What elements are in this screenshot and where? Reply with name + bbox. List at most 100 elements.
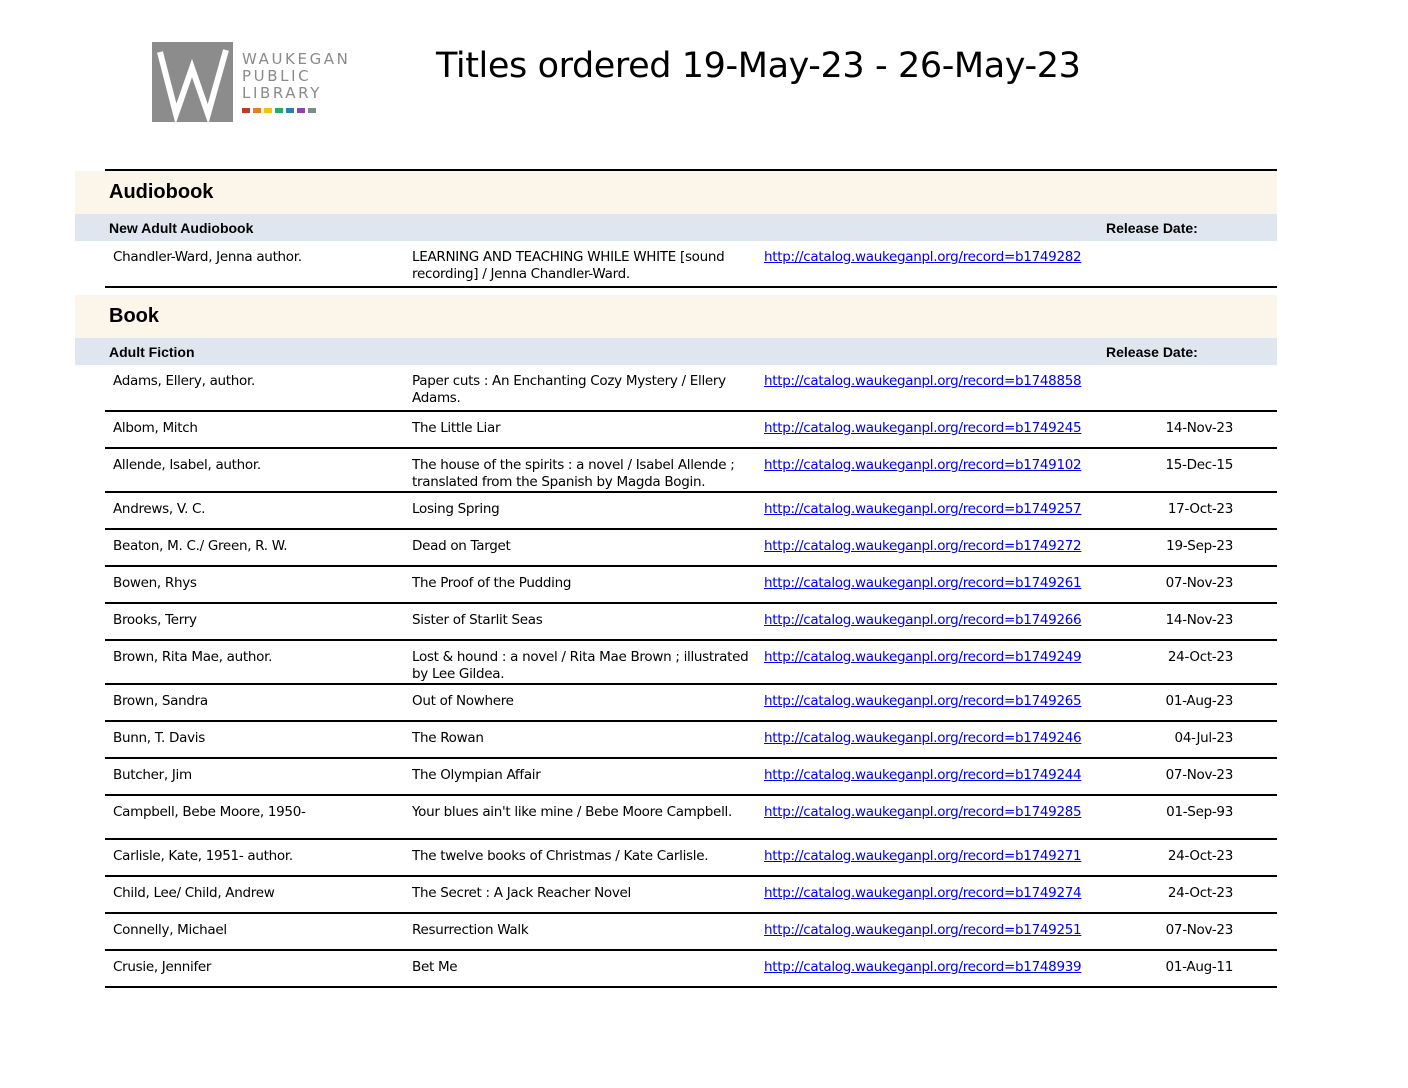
catalog-record-link[interactable]: http://catalog.waukeganpl.org/record=b17…	[764, 649, 1082, 666]
library-w-logo-icon	[152, 42, 233, 122]
catalog-record-link[interactable]: http://catalog.waukeganpl.org/record=b17…	[764, 922, 1082, 939]
table-row: Carlisle, Kate, 1951- author. The twelve …	[105, 840, 1277, 877]
title-cell: LEARNING AND TEACHING WHILE WHITE [sound…	[412, 249, 725, 282]
release-date-header: Release Date:	[1106, 343, 1198, 360]
table-row: Child, Lee/ Child, Andrew The Secret : A …	[105, 877, 1277, 914]
author-cell: Bowen, Rhys	[113, 575, 197, 591]
author-cell: Brown, Sandra	[113, 693, 208, 709]
title-cell: Out of Nowhere	[412, 693, 514, 709]
catalog-record-link[interactable]: http://catalog.waukeganpl.org/record=b17…	[764, 538, 1082, 555]
logo-wordmark: WAUKEGAN PUBLIC LIBRARY	[242, 51, 350, 113]
release-date-header: Release Date:	[1106, 219, 1198, 236]
catalog-record-link[interactable]: http://catalog.waukeganpl.org/record=b17…	[764, 804, 1082, 821]
catalog-record-link[interactable]: http://catalog.waukeganpl.org/record=b17…	[764, 249, 1082, 266]
logo-color-dots	[242, 108, 350, 113]
release-date-cell: 14-Nov-23	[1165, 612, 1234, 628]
logo-color-dot	[242, 108, 250, 113]
category-name: Adult Fiction	[109, 343, 195, 360]
table-row: Brown, Rita Mae, author. Lost & hound : a…	[105, 641, 1277, 685]
author-cell: Albom, Mitch	[113, 420, 198, 436]
author-cell: Campbell, Bebe Moore, 1950-	[113, 804, 306, 820]
release-date-cell: 01-Aug-23	[1165, 693, 1234, 709]
title-cell: Sister of Starlit Seas	[412, 612, 543, 628]
release-date-cell: 19-Sep-23	[1166, 538, 1233, 554]
title-cell: Losing Spring	[412, 501, 500, 517]
page-title: Titles ordered 19-May-23 - 26-May-23	[436, 46, 1081, 86]
catalog-record-link[interactable]: http://catalog.waukeganpl.org/record=b17…	[764, 575, 1082, 592]
author-cell: Allende, Isabel, author.	[113, 457, 261, 473]
table-row: Adams, Ellery, author. Paper cuts : An En…	[105, 365, 1277, 412]
release-date-cell: 14-Nov-23	[1165, 420, 1234, 436]
release-date-cell: 07-Nov-23	[1165, 575, 1234, 591]
table-row: Chandler-Ward, Jenna author. LEARNING AND…	[105, 241, 1277, 288]
title-cell: The Proof of the Pudding	[412, 575, 572, 591]
catalog-record-link[interactable]: http://catalog.waukeganpl.org/record=b17…	[764, 612, 1082, 629]
logo-color-dot	[253, 108, 261, 113]
title-cell: Dead on Target	[412, 538, 511, 554]
author-cell: Beaton, M. C./ Green, R. W.	[113, 538, 288, 554]
section-heading: Book	[75, 295, 1277, 338]
title-cell: Bet Me	[412, 959, 458, 975]
catalog-record-link[interactable]: http://catalog.waukeganpl.org/record=b17…	[764, 885, 1082, 902]
logo-line-2: PUBLIC	[242, 67, 312, 85]
title-cell: The Little Liar	[412, 420, 501, 436]
logo-line-3: LIBRARY	[242, 84, 322, 102]
title-cell: Your blues ain't like mine / Bebe Moore …	[412, 804, 732, 820]
author-cell: Bunn, T. Davis	[113, 730, 205, 746]
table-row: Campbell, Bebe Moore, 1950- Your blues ai…	[105, 796, 1277, 840]
catalog-record-link[interactable]: http://catalog.waukeganpl.org/record=b17…	[764, 457, 1082, 474]
author-cell: Child, Lee/ Child, Andrew	[113, 885, 275, 901]
logo-color-dot	[264, 108, 272, 113]
table-row: Crusie, Jennifer Bet Me http://catalog.wau…	[105, 951, 1277, 988]
catalog-record-link[interactable]: http://catalog.waukeganpl.org/record=b17…	[764, 767, 1082, 784]
category-heading: New Adult Audiobook Release Date:	[75, 214, 1277, 241]
section-heading: Audiobook	[75, 171, 1277, 214]
library-logo: WAUKEGAN PUBLIC LIBRARY	[152, 42, 350, 122]
table-row: Connelly, Michael Resurrection Walk http:/…	[105, 914, 1277, 951]
title-cell: The Olympian Affair	[412, 767, 541, 783]
catalog-record-link[interactable]: http://catalog.waukeganpl.org/record=b17…	[764, 501, 1082, 518]
catalog-record-link[interactable]: http://catalog.waukeganpl.org/record=b17…	[764, 959, 1082, 976]
table-row: Brooks, Terry Sister of Starlit Seas http:…	[105, 604, 1277, 641]
title-cell: Lost & hound : a novel / Rita Mae Brown …	[412, 649, 749, 682]
release-date-cell: 15-Dec-15	[1165, 457, 1233, 473]
release-date-cell: 04-Jul-23	[1174, 730, 1234, 746]
title-cell: Resurrection Walk	[412, 922, 529, 938]
release-date-cell: 01-Aug-11	[1165, 959, 1234, 975]
catalog-record-link[interactable]: http://catalog.waukeganpl.org/record=b17…	[764, 730, 1082, 747]
author-cell: Brooks, Terry	[113, 612, 197, 628]
author-cell: Connelly, Michael	[113, 922, 227, 938]
author-cell: Adams, Ellery, author.	[113, 373, 256, 389]
release-date-cell: 24-Oct-23	[1167, 885, 1233, 901]
logo-line-1: WAUKEGAN	[242, 50, 351, 68]
title-cell: The twelve books of Christmas / Kate Car…	[412, 848, 709, 864]
table-row: Allende, Isabel, author. The house of the…	[105, 449, 1277, 493]
table-row: Bowen, Rhys The Proof of the Pudding http:…	[105, 567, 1277, 604]
title-cell: Paper cuts : An Enchanting Cozy Mystery …	[412, 373, 726, 406]
author-cell: Crusie, Jennifer	[113, 959, 212, 975]
logo-color-dot	[275, 108, 283, 113]
table-row: Bunn, T. Davis The Rowan http://catalog.wa…	[105, 722, 1277, 759]
title-cell: The Rowan	[412, 730, 484, 746]
title-cell: The Secret : A Jack Reacher Novel	[412, 885, 631, 901]
author-cell: Carlisle, Kate, 1951- author.	[113, 848, 293, 864]
author-cell: Andrews, V. C.	[113, 501, 206, 517]
table-row: Albom, Mitch The Little Liar http://catalo…	[105, 412, 1277, 449]
catalog-record-link[interactable]: http://catalog.waukeganpl.org/record=b17…	[764, 693, 1082, 710]
category-name: New Adult Audiobook	[109, 219, 254, 236]
release-date-cell: 07-Nov-23	[1165, 922, 1234, 938]
logo-color-dot	[297, 108, 305, 113]
author-cell: Butcher, Jim	[113, 767, 192, 783]
catalog-record-link[interactable]: http://catalog.waukeganpl.org/record=b17…	[764, 848, 1082, 865]
table-row: Brown, Sandra Out of Nowhere http://catalo…	[105, 685, 1277, 722]
title-cell: The house of the spirits : a novel / Isa…	[412, 457, 735, 490]
logo-color-dot	[308, 108, 316, 113]
catalog-record-link[interactable]: http://catalog.waukeganpl.org/record=b17…	[764, 373, 1082, 390]
release-date-cell: 01-Sep-93	[1166, 804, 1233, 820]
table-row: Butcher, Jim The Olympian Affair http://ca…	[105, 759, 1277, 796]
author-cell: Brown, Rita Mae, author.	[113, 649, 273, 665]
category-heading: Adult Fiction Release Date:	[75, 338, 1277, 365]
catalog-record-link[interactable]: http://catalog.waukeganpl.org/record=b17…	[764, 420, 1082, 437]
table-row: Beaton, M. C./ Green, R. W. Dead on Targe…	[105, 530, 1277, 567]
